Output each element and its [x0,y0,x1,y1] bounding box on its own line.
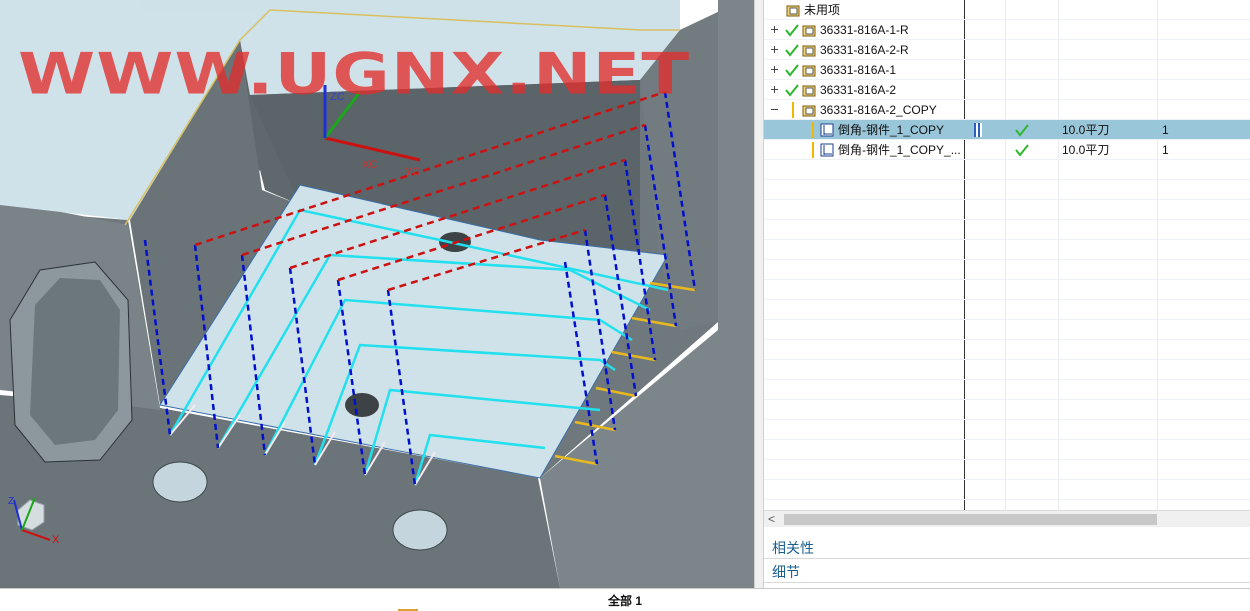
program-group-row[interactable]: 36331-816A-1 [764,60,1250,80]
empty-row [764,380,1250,400]
check-icon [785,64,799,77]
empty-row [764,300,1250,320]
expand-icon[interactable] [770,85,779,94]
empty-row [764,220,1250,240]
scroll-left-icon[interactable]: < [768,511,775,527]
program-folder-icon [802,45,816,57]
program-group-row[interactable]: 36331-816A-2-R [764,40,1250,60]
program-group-row[interactable]: 36331-816A-2 [764,80,1250,100]
status-bar: 全部 1 [0,588,1250,611]
operation-name: 36331-816A-1 [820,63,897,77]
status-bar-icon [812,142,814,158]
empty-row [764,360,1250,380]
empty-row [764,460,1250,480]
xc-label: XC [362,159,377,171]
triad-y-label: Y [30,496,37,507]
count-cell: 1 [1162,143,1169,157]
program-folder-icon [802,105,816,117]
count-cell: 1 [1162,123,1169,137]
operation-name: 36331-816A-2 [820,83,897,97]
check-icon [785,84,799,97]
empty-row [764,400,1250,420]
empty-row [764,420,1250,440]
empty-row [764,340,1250,360]
splitter[interactable] [754,0,764,588]
tool-cell: 10.0平刀 [1062,143,1110,157]
empty-row [764,200,1250,220]
program-folder-icon [786,5,800,17]
yc-label: YC [405,166,420,178]
operation-navigator: 未用项 36331-816A-1-R 36331-816A-2-R 36331-816… [764,0,1250,588]
triad-x-label: X [52,534,60,546]
expand-icon[interactable] [770,25,779,34]
expand-icon[interactable] [770,65,779,74]
program-folder-icon [802,25,816,37]
check-icon [785,24,799,37]
expand-icon[interactable] [770,45,779,54]
empty-row [764,280,1250,300]
empty-row [764,480,1250,500]
scrollbar-thumb[interactable] [784,514,1157,525]
operation-name: 36331-816A-2_COPY [820,103,937,117]
horizontal-scrollbar[interactable]: < [764,510,1250,527]
check-icon [1015,144,1029,157]
operation-name: 36331-816A-2-R [820,43,909,57]
dependencies-panel-header[interactable]: 相关性 [764,536,1250,559]
details-panel-header[interactable]: 细节 [764,560,1250,583]
empty-row [764,260,1250,280]
check-icon [785,44,799,57]
operation-row[interactable]: 倒角-钢件_1_COPY_... 10.0平刀 1 [764,140,1250,160]
path-status-icon [974,123,982,137]
collapse-icon[interactable] [770,105,779,114]
empty-row [764,180,1250,200]
operation-name: 倒角-钢件_1_COPY [838,123,945,137]
tool-cell: 10.0平刀 [1062,123,1110,137]
program-group-row[interactable]: 未用项 [764,0,1250,20]
operation-icon [820,143,834,157]
status-bar-icon [812,122,814,138]
program-group-row[interactable]: 36331-816A-1-R [764,20,1250,40]
empty-row [764,320,1250,340]
watermark-text: WWW.UGNX.NET [18,40,691,108]
navigator-tree: 未用项 36331-816A-1-R 36331-816A-2-R 36331-816… [764,0,1250,510]
operation-row-selected[interactable]: 倒角-钢件_1_COPY 10.0平刀 1 [764,120,1250,140]
operation-name: 未用项 [804,3,841,17]
operation-name: 36331-816A-1-R [820,23,909,37]
empty-row [764,440,1250,460]
dependencies-label: 相关性 [772,540,814,556]
empty-row [764,160,1250,180]
status-bar-icon [792,102,794,118]
operation-name: 倒角-钢件_1_COPY_... [838,143,961,157]
status-text: 全部 1 [607,594,642,608]
triad-z-label: Z [8,496,14,507]
check-icon [1015,124,1029,137]
empty-row [764,240,1250,260]
program-folder-icon [802,65,816,77]
program-folder-icon [802,85,816,97]
details-label: 细节 [772,564,800,580]
graphics-viewport[interactable]: XC YC ZC X Y Z WWW.UGNX.NET [0,0,754,588]
program-group-row[interactable]: 36331-816A-2_COPY [764,100,1250,120]
operation-icon [820,123,834,137]
